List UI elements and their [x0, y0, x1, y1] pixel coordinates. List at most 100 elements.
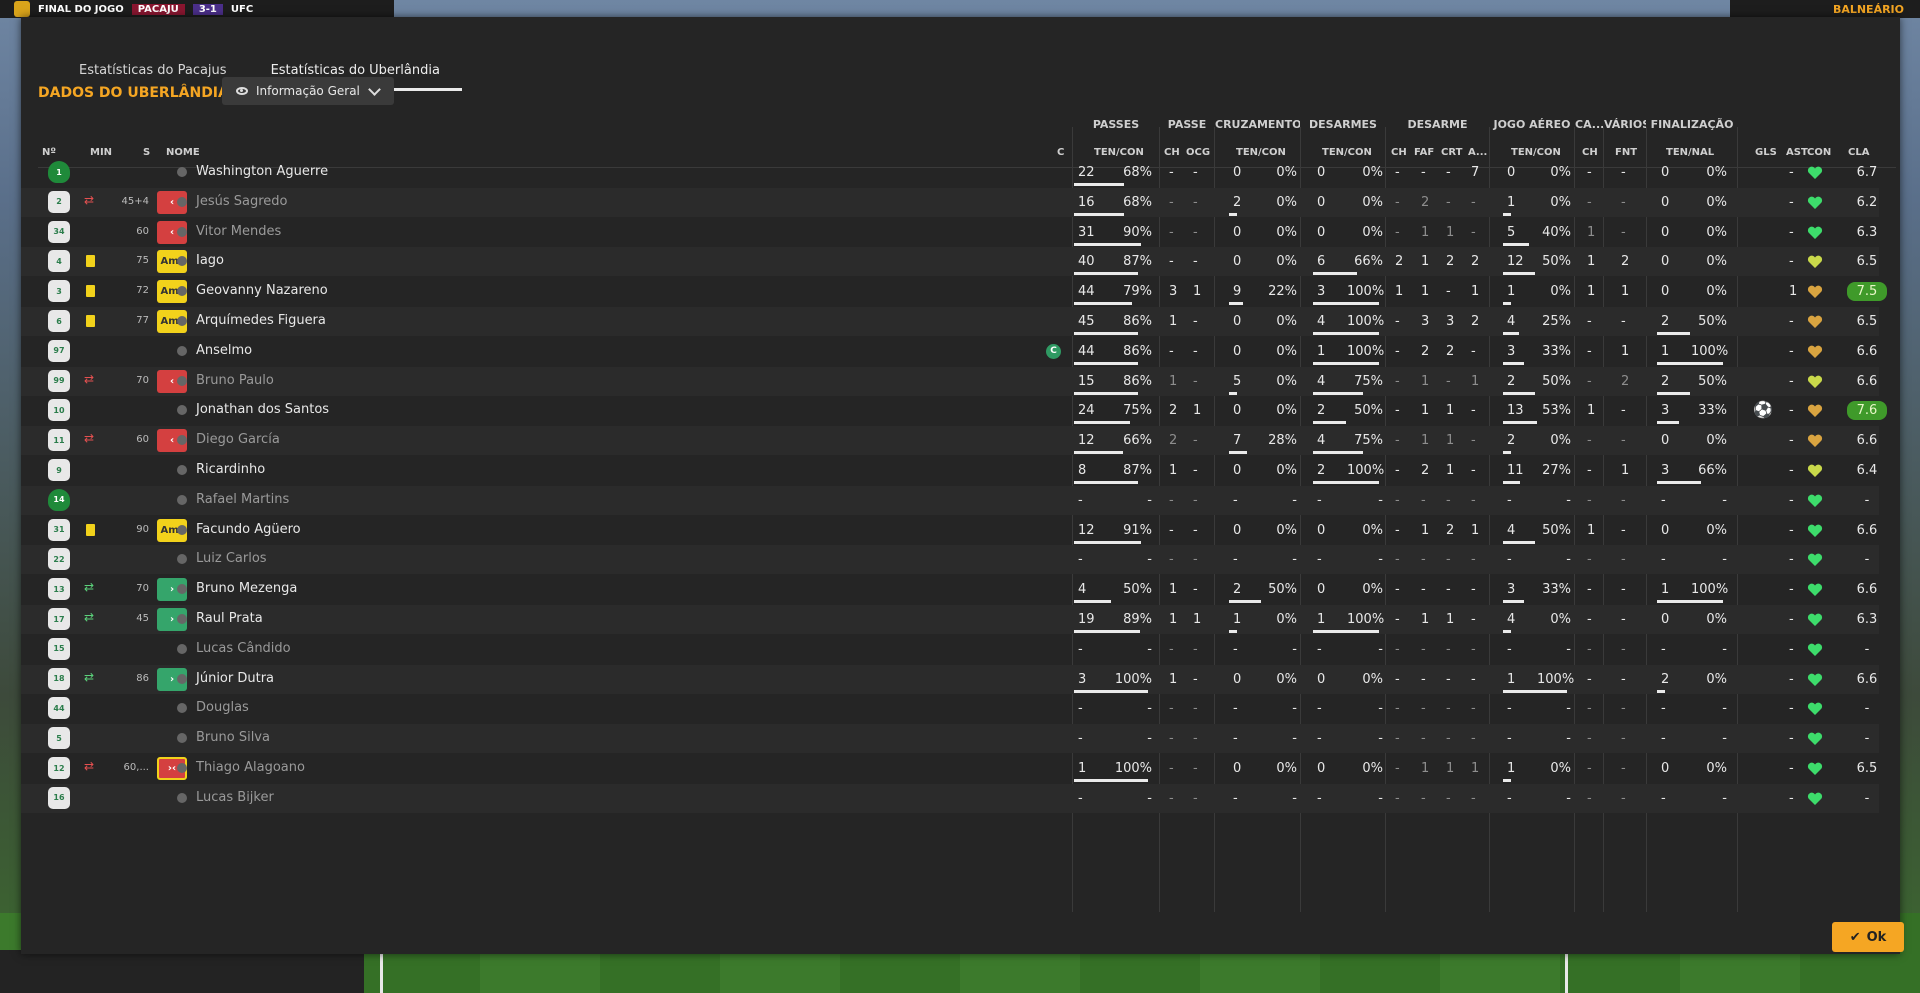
ca-ch: 1 [1587, 284, 1596, 300]
player-name[interactable]: Thiago Alagoano [196, 760, 305, 775]
player-name[interactable]: Lucas Bijker [196, 790, 274, 805]
condition-heart-icon [1807, 493, 1823, 509]
crosses-bar [1229, 451, 1247, 455]
column-header-c[interactable]: C [1057, 147, 1064, 158]
table-row[interactable]: 3 72 Amr Geovanny Nazareno 44 79% 3 1 9 22% 3 100% 1… [21, 277, 1887, 306]
table-row[interactable]: 6 77 Amr Arquímedes Figuera 45 86% 1-0 0% 4 100% -… [21, 307, 1879, 336]
table-row[interactable]: 17 ⇄ 45 › Raul Prata 19 89% 1 1 1 0% 1 100% -1 1-4 0% - -… [21, 605, 1879, 634]
shots-pct: - [1722, 790, 1727, 806]
player-name[interactable]: Jesús Sagredo [196, 194, 287, 209]
crosses-pct: 50% [1268, 582, 1297, 598]
player-name[interactable]: Ricardinho [196, 462, 265, 477]
tackles-attempts: 1 [1317, 343, 1326, 359]
column-header-des-crt[interactable]: CRT [1441, 147, 1462, 158]
view-dropdown[interactable]: Informação Geral [222, 77, 394, 105]
table-row[interactable]: 15 Lucas Cândido - - - - - - - - - - - - - - - - - - - - [21, 635, 1879, 664]
player-name[interactable]: Júnior Dutra [196, 671, 274, 686]
column-header-des-a[interactable]: A... [1468, 147, 1487, 158]
ok-button[interactable]: ✔ Ok [1832, 922, 1904, 952]
table-row[interactable]: 2 ⇄ 45+4 ‹ Jesús Sagredo 16 68% - -2 0% 0 0% -2- -1 0%… [21, 187, 1879, 217]
column-header-gls[interactable]: GLS [1755, 147, 1777, 158]
dressing-room-button[interactable]: BALNEÁRIO [1730, 0, 1920, 18]
table-row[interactable]: 22 Luiz Carlos - - - - - - - - - - - - - - - - - - - - [21, 545, 1879, 575]
player-name[interactable]: Bruno Silva [196, 730, 270, 745]
table-row[interactable]: 99 ⇄ 70 ‹ Bruno Paulo 15 86% 1-5 0% 4 75% -1-1 2 50% -… [21, 366, 1879, 396]
column-header-var-fnt[interactable]: FNT [1615, 147, 1637, 158]
column-header-s[interactable]: S [143, 147, 150, 158]
player-name[interactable]: Iago [196, 253, 224, 268]
column-header-aereo[interactable]: TEN/CON [1511, 147, 1561, 158]
shirt-number: 5 [48, 727, 70, 750]
table-row[interactable]: 97 Anselmo C 44 86% - -0 0% 1 100% -2 2-3 33% -1 1 100%… [21, 337, 1879, 366]
player-rating: 7.5 [1847, 282, 1887, 302]
passe-ocg: - [1193, 522, 1198, 538]
table-row[interactable]: 4 75 Amr Iago 40 87% - -0 0% 6 66% 2 1 2 2 12 50% 1 2 0 0% -6… [21, 247, 1879, 277]
varios-fnt: - [1621, 433, 1626, 449]
varios-fnt: - [1621, 165, 1626, 180]
column-header-des-faf[interactable]: FAF [1414, 147, 1434, 158]
player-name[interactable]: Rafael Martins [196, 492, 289, 507]
player-name[interactable]: Jonathan dos Santos [196, 402, 329, 417]
column-header-fin[interactable]: TEN/NAL [1666, 147, 1714, 158]
column-header-cruz[interactable]: TEN/CON [1236, 147, 1286, 158]
player-name[interactable]: Bruno Paulo [196, 373, 274, 388]
table-row[interactable]: 18 ⇄ 86 › Júnior Dutra 3 100% 1-0 0% 0 0% - - - -1 100%… [21, 664, 1879, 694]
desarme-crt: 1 [1446, 612, 1455, 627]
yellow-card-icon [86, 255, 95, 268]
column-header-min[interactable]: MIN [90, 147, 112, 158]
crosses-pct: 0% [1276, 761, 1297, 776]
ca-ch: - [1587, 194, 1592, 210]
tackles-attempts: 0 [1317, 194, 1326, 210]
passe-ocg: - [1193, 463, 1198, 478]
substitution-icon: ⇄ [84, 669, 95, 684]
crosses-pct: - [1292, 731, 1297, 747]
player-name[interactable]: Luiz Carlos [196, 551, 267, 566]
desarme-crt: 1 [1446, 463, 1455, 478]
player-name[interactable]: Facundo Agüero [196, 522, 301, 537]
column-header-name[interactable]: NOME [166, 147, 200, 158]
shirt-icon: 9 [48, 459, 70, 481]
column-header-ca-ch[interactable]: CH [1582, 147, 1598, 158]
column-header-desarmes[interactable]: TEN/CON [1322, 147, 1372, 158]
table-row[interactable]: 10 Jonathan dos Santos 24 75% 2 1 0 0% 2 50% -1 1-1… [21, 396, 1887, 425]
table-row[interactable]: 34 60 ‹ Vitor Mendes 31 90% - -0 0% 0 0% -1 1-5 40% 1-… [21, 218, 1879, 247]
table-row[interactable]: 14 Rafael Martins - - - - - - - - - - - - - - - - - - - - [21, 485, 1879, 515]
player-name[interactable]: Diego García [196, 432, 280, 447]
player-name[interactable]: Arquímedes Figuera [196, 313, 326, 328]
tab-pacajus-stats[interactable]: Estatísticas do Pacajus [57, 43, 249, 91]
player-name[interactable]: Anselmo [196, 343, 252, 358]
crosses-attempts: - [1233, 641, 1238, 657]
table-row[interactable]: 12 ⇄ 60,... ›‹ Thiago Alagoano 1 100% - -0 0% 0 0% -… [21, 754, 1879, 783]
table-row[interactable]: 9 Ricardinho 8 87% 1-0 0% 2 100% -2 1-11 27% -1 3 66%… [21, 456, 1879, 485]
assists: - [1789, 403, 1794, 419]
player-name[interactable]: Lucas Cândido [196, 641, 291, 656]
shots-attempts: - [1661, 641, 1666, 657]
crosses-attempts: 0 [1233, 224, 1242, 240]
column-header-passe-ocg[interactable]: OCG [1186, 147, 1210, 158]
table-row[interactable]: 44 Douglas - - - - - - - - - - - - - - - - - - - - [21, 694, 1879, 723]
column-header-con[interactable]: CON [1807, 147, 1831, 158]
group-header: PASSE [1167, 118, 1207, 131]
player-name[interactable]: Raul Prata [196, 611, 263, 626]
column-header-ast[interactable]: AST [1786, 147, 1808, 158]
table-row[interactable]: 31 90 Amr Facundo Agüero 12 91% - -0 0% 0 0% -1 2 1 4 5… [21, 516, 1879, 545]
table-row[interactable]: 1 Washington Aguerre 22 68% - -0 0% 0 0% - - -7 0 0% -… [21, 158, 1879, 187]
table-row[interactable]: 11 ⇄ 60 ‹ Diego García 12 66% 2-7 28% 4 75% -1 1-2 0%… [21, 426, 1879, 456]
table-row[interactable]: 16 Lucas Bijker - - - - - - - - - - - - - - - - - - - - [21, 783, 1879, 813]
player-name[interactable]: Geovanny Nazareno [196, 283, 328, 298]
column-header-passe-ch[interactable]: CH [1164, 147, 1180, 158]
player-name[interactable]: Washington Aguerre [196, 164, 328, 179]
player-name[interactable]: Vitor Mendes [196, 224, 281, 239]
player-name[interactable]: Douglas [196, 700, 249, 715]
column-header-num[interactable]: Nº [42, 147, 56, 158]
aerial-attempts: 2 [1507, 373, 1516, 389]
passes-pct: 87% [1123, 254, 1152, 270]
table-row[interactable]: 13 ⇄ 70 › Bruno Mezenga 4 50% 1-2 50% 0 0% - - - -3 33%… [21, 575, 1879, 604]
table-row[interactable]: 5 Bruno Silva - - - - - - - - - - - - - - - - - - - - [21, 724, 1879, 754]
column-header-des-ch[interactable]: CH [1391, 147, 1407, 158]
player-name[interactable]: Bruno Mezenga [196, 581, 297, 596]
minutes-played: 45 [136, 613, 149, 624]
column-header-passes[interactable]: TEN/CON [1094, 147, 1144, 158]
column-header-cla[interactable]: CLA [1848, 147, 1869, 158]
desarme-a: 1 [1471, 373, 1480, 389]
